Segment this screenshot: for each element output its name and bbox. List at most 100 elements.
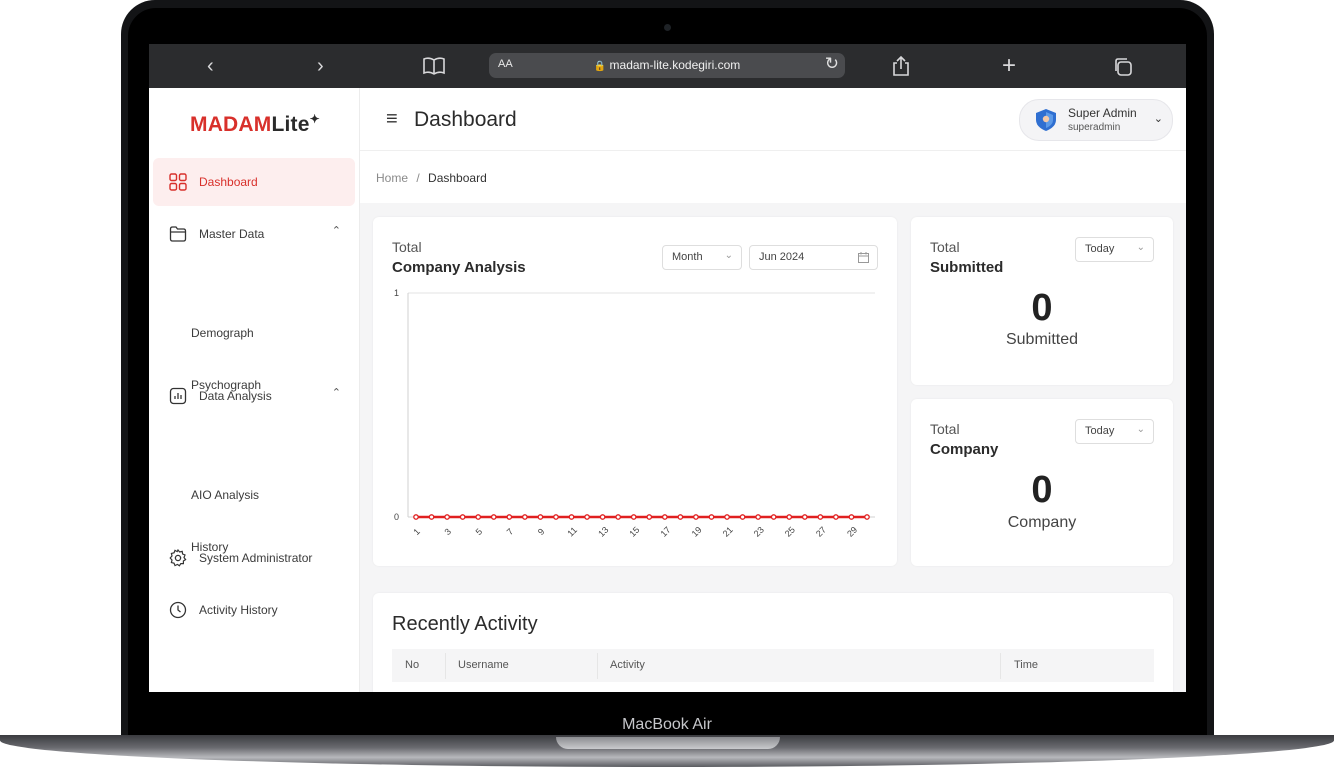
logo-mark: ✦ (309, 112, 320, 126)
url-text: madam-lite.kodegiri.com (609, 58, 741, 72)
plus-icon[interactable]: + (1002, 44, 1016, 88)
chevron-up-icon[interactable]: ⌃ (332, 386, 341, 399)
data-point (413, 514, 419, 520)
tabs-icon[interactable] (1113, 57, 1133, 82)
column-header-time: Time (1014, 659, 1039, 671)
sidebar-item-label: Dashboard (199, 175, 258, 189)
data-point (584, 514, 590, 520)
data-point (646, 514, 653, 520)
x-tick-label: 5 (474, 526, 485, 537)
data-point (848, 514, 855, 520)
period-select-value: Month (672, 251, 703, 263)
company-caption: Company (1007, 514, 1077, 531)
data-point (615, 514, 622, 520)
app-header: ≡ Dashboard Super Admin superadmin ⌄ (360, 88, 1186, 151)
card-total-label: Total (930, 239, 960, 255)
company-count: 0 (1031, 469, 1053, 511)
book-icon[interactable] (423, 57, 445, 80)
sidebar-item-label: System Administrator (199, 551, 313, 565)
screen: ‹ › AA 🔒 madam-lite.kodegiri.com ↻ + MAD… (149, 44, 1186, 692)
sidebar-item-system-administrator[interactable]: System Administrator (153, 534, 355, 582)
breadcrumb-home[interactable]: Home (376, 171, 408, 185)
line-chart: 011 3 5 7 9 11 13 15 17 19 21 23 25 27 29 (394, 288, 875, 539)
data-point (428, 514, 435, 520)
column-divider (597, 653, 598, 679)
browser-toolbar: ‹ › AA 🔒 madam-lite.kodegiri.com ↻ + (149, 44, 1186, 88)
data-point (553, 514, 559, 520)
sidebar-item-label: Activity History (199, 603, 278, 617)
company-filter-select[interactable]: Today ⌄ (1075, 419, 1154, 444)
column-header-activity: Activity (610, 659, 645, 671)
sidebar-item-dashboard[interactable]: Dashboard (153, 158, 355, 206)
gear-icon (169, 549, 187, 567)
data-point (677, 514, 684, 520)
shield-avatar-icon (1036, 109, 1056, 131)
sidebar-item-master-data[interactable]: Master Data ⌃ (153, 210, 355, 258)
section-title: Recently Activity (392, 613, 538, 635)
data-point (630, 514, 637, 520)
x-tick-label: 11 (565, 525, 579, 539)
month-picker[interactable]: Jun 2024 (749, 245, 878, 270)
column-header-username: Username (458, 659, 509, 671)
card-title: Company (930, 441, 999, 458)
camera (664, 24, 671, 31)
submitted-card: Total Submitted Today ⌄ 0 Submitted (911, 217, 1173, 385)
chevron-down-icon: ⌄ (1136, 242, 1145, 253)
data-point (506, 514, 513, 520)
chevron-up-icon[interactable]: ⌃ (332, 224, 341, 237)
company-analysis-card: Total Company Analysis Month ⌄ Jun 2024 … (373, 217, 897, 566)
reload-icon[interactable]: ↻ (825, 54, 839, 74)
x-tick-label: 27 (814, 525, 828, 539)
filter-value: Today (1085, 425, 1115, 437)
breadcrumb: Home / Dashboard (376, 171, 487, 185)
month-picker-value: Jun 2024 (759, 251, 805, 263)
data-point (817, 514, 824, 520)
x-tick-label: 7 (505, 526, 516, 537)
chevron-left-icon[interactable]: ‹ (207, 44, 214, 88)
company-card: Total Company Today ⌄ 0 Company (911, 399, 1173, 566)
x-tick-label: 23 (752, 525, 766, 539)
recent-activity-card: Recently Activity No Username Activity T… (373, 593, 1173, 692)
data-point (599, 514, 606, 520)
submitted-filter-select[interactable]: Today ⌄ (1075, 237, 1154, 262)
y-tick-label: 1 (394, 288, 399, 298)
app-logo[interactable]: MADAMLite✦ (190, 112, 320, 137)
sidebar-subitem-aio-analysis[interactable]: AIO Analysis (191, 488, 259, 502)
laptop-notch (556, 737, 780, 749)
data-point (786, 514, 793, 520)
data-point (661, 514, 668, 520)
chevron-right-icon[interactable]: › (317, 44, 324, 88)
data-point (490, 514, 497, 520)
column-header-no: No (405, 659, 420, 671)
data-point (537, 514, 544, 520)
data-point (801, 514, 808, 520)
sidebar-item-activity-history[interactable]: Activity History (153, 586, 355, 634)
data-point (522, 514, 528, 520)
data-point (708, 514, 715, 520)
activity-table-header: No Username Activity Time (392, 649, 1154, 682)
sidebar-item-data-analysis[interactable]: Data Analysis ⌃ (153, 372, 355, 420)
device-brand-label: MacBook Air (622, 716, 712, 733)
url-display[interactable]: 🔒 madam-lite.kodegiri.com (489, 58, 845, 72)
chevron-down-icon[interactable]: ⌄ (1154, 112, 1163, 125)
chevron-down-icon: ⌄ (724, 250, 733, 261)
period-select[interactable]: Month ⌄ (662, 245, 742, 270)
sidebar-item-label: Master Data (199, 227, 265, 241)
menu-icon[interactable]: ≡ (386, 108, 398, 131)
column-divider (1000, 653, 1001, 679)
user-name: Super Admin (1068, 106, 1137, 120)
user-menu[interactable]: Super Admin superadmin ⌄ (1019, 99, 1173, 141)
card-title: Company Analysis (392, 259, 526, 276)
share-icon[interactable] (892, 55, 910, 82)
sidebar-subitem-demograph[interactable]: Demograph (191, 326, 254, 340)
data-point (739, 514, 746, 520)
calendar-icon (858, 252, 869, 263)
sidebar: MADAMLite✦ Dashboard Master Data ⌃ Demog… (149, 88, 360, 692)
x-tick-label: 9 (536, 526, 547, 537)
x-tick-label: 29 (845, 525, 859, 539)
filter-value: Today (1085, 243, 1115, 255)
address-bar[interactable]: AA 🔒 madam-lite.kodegiri.com ↻ (489, 53, 845, 78)
logo-text-lite: Lite (271, 113, 310, 136)
chart-icon (169, 387, 187, 405)
data-point (444, 514, 450, 520)
